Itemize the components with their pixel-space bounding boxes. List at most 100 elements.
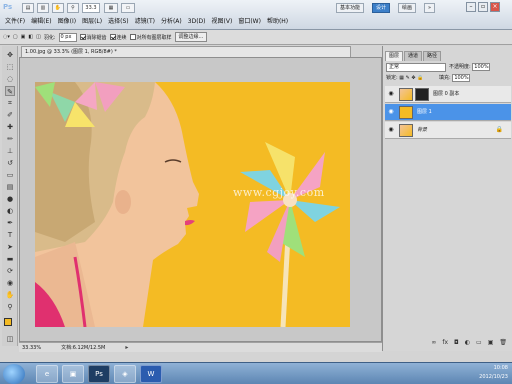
gradient-tool-icon[interactable]: ▤ (5, 182, 15, 192)
maximize-icon[interactable]: ▫ (478, 2, 488, 12)
antialias-label: 消除锯齿 (86, 34, 107, 41)
clock-date[interactable]: 2012/10/23 (428, 373, 508, 382)
hand-tool-icon[interactable]: ✋ (5, 290, 15, 300)
intersect-selection-icon[interactable]: ◫ (36, 34, 41, 40)
lasso-tool-icon[interactable]: ◌ (5, 74, 15, 84)
minimize-icon[interactable]: – (466, 2, 476, 12)
minibridge-icon[interactable]: ▥ (37, 3, 49, 13)
taskbar-word-icon[interactable]: W (140, 365, 162, 383)
layer-name: 背景 (417, 127, 428, 133)
screen-mode-icon[interactable]: ▭ (121, 3, 135, 13)
clock-time[interactable]: 10:08 (428, 364, 508, 373)
adjustment-layer-icon[interactable]: ◐ (465, 339, 470, 349)
new-layer-icon[interactable]: ▣ (488, 339, 494, 349)
subtract-selection-icon[interactable]: ◧ (28, 34, 33, 40)
start-button-icon[interactable] (3, 364, 25, 384)
workspace-essentials[interactable]: 基本功能 (336, 3, 365, 13)
bridge-icon[interactable]: ▤ (22, 3, 34, 13)
layer-mask-thumbnail (415, 88, 429, 101)
add-selection-icon[interactable]: ▣ (21, 34, 26, 40)
workspace-painting[interactable]: 绘画 (398, 3, 417, 13)
quick-select-tool-icon[interactable]: ✎ (5, 86, 15, 96)
menu-window[interactable]: 窗口(W) (235, 16, 264, 28)
refine-edge-button[interactable]: 调整边缘... (174, 32, 208, 42)
taskbar-photoshop-icon[interactable]: Ps (88, 365, 110, 383)
shape-tool-icon[interactable]: ▬ (5, 254, 15, 264)
status-zoom[interactable]: 33.33% (22, 343, 41, 352)
menu-analysis[interactable]: 分析(A) (158, 16, 185, 28)
close-icon[interactable]: × (490, 2, 500, 12)
taskbar-app-icon[interactable]: ◈ (114, 365, 136, 383)
antialias-checkbox[interactable]: 消除锯齿 (79, 34, 107, 41)
link-layers-icon[interactable]: ∞ (431, 339, 436, 349)
menu-layer[interactable]: 图层(L) (79, 16, 105, 28)
workspace-design[interactable]: 设计 (372, 3, 391, 13)
layer-row-2[interactable]: ◉ 背景 🔒 (385, 122, 511, 139)
status-arrow-icon[interactable]: ▸ (125, 343, 128, 352)
layer-thumbnail (399, 88, 413, 101)
menu-bar: Ps ▤ ▥ ✋ ⚲ 33.3 ▦ ▭ 基本功能 设计 绘画 » – ▫ × 文… (0, 0, 512, 30)
opacity-input[interactable]: 100% (472, 63, 491, 71)
contiguous-checkbox[interactable]: 连续 (109, 34, 127, 41)
zoom-tool-icon[interactable]: ⚲ (5, 302, 15, 312)
lasso-preset-icon[interactable]: ◌▾ (3, 34, 10, 40)
add-mask-icon[interactable]: ◘ (454, 339, 459, 349)
menu-3d[interactable]: 3D(D) (185, 16, 209, 28)
zoom-tool-icon[interactable]: ⚲ (67, 3, 79, 13)
tab-channels[interactable]: 通道 (404, 51, 423, 61)
eyedropper-tool-icon[interactable]: ✐ (5, 110, 15, 120)
brush-tool-icon[interactable]: ✏ (5, 134, 15, 144)
lock-all-icon[interactable]: 🔒 (417, 75, 423, 81)
path-select-icon[interactable]: ➤ (5, 242, 15, 252)
lock-paint-icon[interactable]: ✎ (406, 75, 410, 81)
lock-move-icon[interactable]: ✥ (411, 75, 415, 81)
layer-style-icon[interactable]: fx (442, 339, 448, 349)
visibility-eye-icon[interactable]: ◉ (387, 126, 395, 134)
history-brush-icon[interactable]: ↺ (5, 158, 15, 168)
feather-input[interactable]: 0 px (58, 32, 77, 42)
workspace-more-icon[interactable]: » (424, 3, 436, 13)
menu-edit[interactable]: 编辑(E) (28, 16, 54, 28)
fill-input[interactable]: 100% (452, 74, 471, 82)
new-selection-icon[interactable]: ▢ (13, 34, 18, 40)
marquee-tool-icon[interactable]: ⬚ (5, 62, 15, 72)
blend-mode-select[interactable]: 正常 (386, 63, 446, 72)
type-tool-icon[interactable]: T (5, 230, 15, 240)
quick-mask-icon[interactable]: ◫ (5, 334, 15, 344)
menu-view[interactable]: 视图(V) (209, 16, 236, 28)
tab-paths[interactable]: 路径 (423, 51, 442, 61)
crop-tool-icon[interactable]: ⌗ (5, 98, 15, 108)
taskbar-ie-icon[interactable]: e (36, 365, 58, 383)
layer-row-1[interactable]: ◉ 图层 1 (385, 104, 511, 121)
stamp-tool-icon[interactable]: ⊥ (5, 146, 15, 156)
lock-transparency-icon[interactable]: ▦ (399, 75, 404, 81)
delete-layer-icon[interactable]: 🗑 (499, 339, 507, 349)
tab-layers[interactable]: 图层 (385, 51, 404, 61)
visibility-eye-icon[interactable]: ◉ (387, 108, 395, 116)
menu-image[interactable]: 图像(I) (55, 16, 79, 28)
3d-rotate-icon[interactable]: ⟳ (5, 266, 15, 276)
arrange-docs-icon[interactable]: ▦ (104, 3, 118, 13)
taskbar-explorer-icon[interactable]: ▣ (62, 365, 84, 383)
new-group-icon[interactable]: ▭ (476, 339, 482, 349)
blur-tool-icon[interactable]: ● (5, 194, 15, 204)
sample-all-layers-checkbox[interactable]: 对所有图层取样 (129, 34, 172, 41)
layer-row-0[interactable]: ◉ 图层 0 副本 (385, 86, 511, 103)
healing-tool-icon[interactable]: ✚ (5, 122, 15, 132)
document-tab[interactable]: 1.00.jpg @ 33.3% (图层 1, RGB/8#) * (21, 46, 351, 57)
menu-filter[interactable]: 滤镜(T) (132, 16, 158, 28)
image-canvas[interactable]: www.cgjoy.com (35, 82, 350, 327)
zoom-level[interactable]: 33.3 (82, 3, 100, 13)
visibility-eye-icon[interactable]: ◉ (387, 90, 395, 98)
3d-camera-icon[interactable]: ◉ (5, 278, 15, 288)
pen-tool-icon[interactable]: ✒ (5, 218, 15, 228)
hand-icon[interactable]: ✋ (52, 3, 64, 13)
menu-file[interactable]: 文件(F) (2, 16, 28, 28)
eraser-tool-icon[interactable]: ▭ (5, 170, 15, 180)
menu-select[interactable]: 选择(S) (105, 16, 132, 28)
foreground-color-swatch[interactable] (4, 318, 12, 326)
sample-all-layers-label: 对所有图层取样 (136, 34, 172, 41)
dodge-tool-icon[interactable]: ◐ (5, 206, 15, 216)
menu-help[interactable]: 帮助(H) (264, 16, 291, 28)
move-tool-icon[interactable]: ✥ (5, 50, 15, 60)
